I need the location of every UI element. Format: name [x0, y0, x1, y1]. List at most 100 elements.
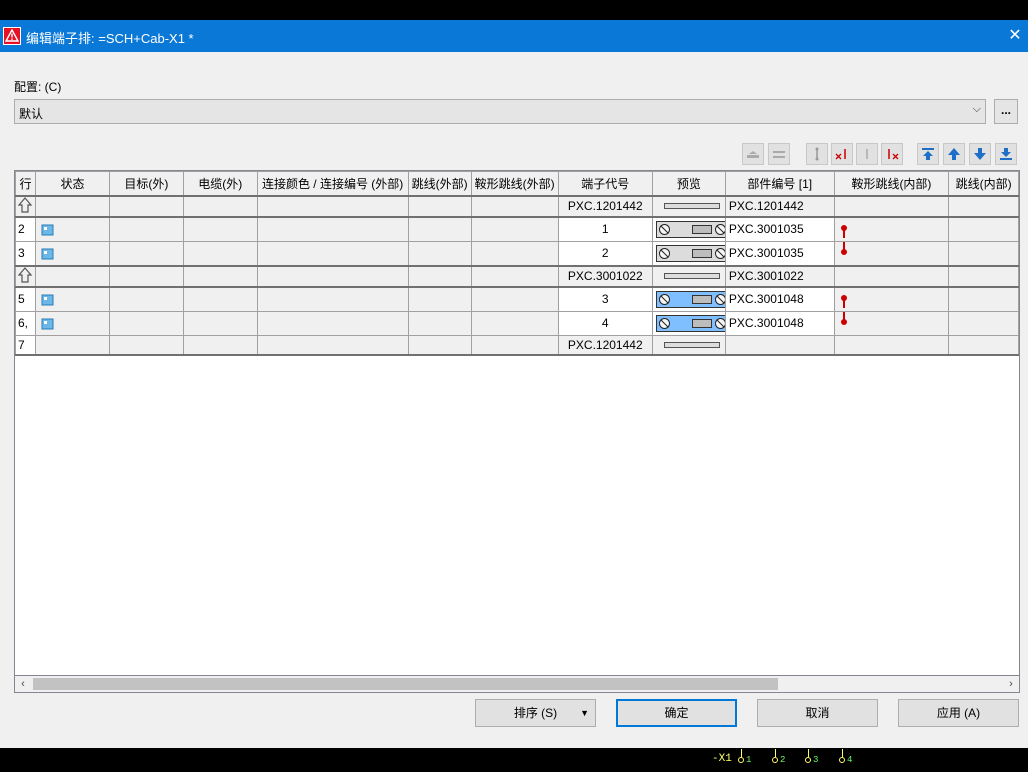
config-dropdown[interactable]: 默认 ⌵ — [14, 99, 986, 124]
table-row[interactable]: 7 PXC.1201442 — [15, 334, 1019, 356]
apply-button[interactable]: 应用 (A) — [898, 699, 1019, 727]
part-number[interactable]: PXC.3001035 — [724, 216, 835, 242]
column-header[interactable]: 鞍形跳线(内部) — [833, 171, 950, 197]
warning-icon — [3, 27, 21, 45]
column-header[interactable]: 连接颜色 / 连接编号 (外部) — [256, 171, 409, 197]
terminal-grid[interactable]: 行 状态 目标(外) 电缆(外) 连接颜色 / 连接编号 (外部) 跳线(外部)… — [14, 170, 1020, 676]
column-header[interactable]: 跳线(外部) — [407, 171, 472, 197]
window-title: 编辑端子排: =SCH+Cab-X1 * — [26, 31, 194, 46]
insert-accessory-below-icon[interactable] — [768, 143, 790, 165]
ok-button[interactable]: 确定 — [616, 699, 737, 727]
column-header[interactable]: 行 — [15, 171, 36, 197]
config-value: 默认 — [19, 107, 44, 121]
jumper-top-icon — [840, 224, 847, 240]
table-row[interactable]: 6, 4 PXC.3001048 — [15, 310, 1019, 336]
horizontal-scrollbar[interactable]: ‹ › — [14, 676, 1020, 693]
scrollbar-thumb[interactable] — [33, 678, 778, 690]
accessory-arrow-icon — [17, 196, 33, 213]
status-cell — [35, 216, 110, 242]
column-header[interactable]: 端子代号 — [557, 171, 653, 197]
accessory-arrow-icon — [17, 266, 33, 283]
preview-cell — [651, 286, 726, 312]
preview-cell — [651, 265, 726, 288]
edit-terminal-strip-dialog: 编辑端子排: =SCH+Cab-X1 * ✕ 配置: (C) 默认 ⌵ ... — [0, 20, 1028, 748]
jumper-top-icon — [840, 294, 847, 310]
terminal-designation[interactable]: 1 — [557, 216, 653, 242]
terminal-designation[interactable]: 2 — [557, 240, 653, 267]
delete-jumper-icon[interactable] — [881, 143, 903, 165]
table-header-row: 行 状态 目标(外) 电缆(外) 连接颜色 / 连接编号 (外部) 跳线(外部)… — [15, 171, 1019, 197]
schematic-preview-strip: -X1 1 2 3 4 — [0, 748, 1028, 772]
terminal-designation[interactable]: 4 — [557, 310, 653, 336]
jumper-bottom-icon — [840, 241, 847, 255]
column-header[interactable]: 状态 — [35, 171, 110, 197]
sort-button[interactable]: 排序 (S) ▼ — [475, 699, 596, 727]
scroll-right-icon[interactable]: › — [1003, 676, 1019, 692]
terminal-designation[interactable]: PXC.3001022 — [557, 265, 653, 288]
move-down-icon[interactable] — [969, 143, 991, 165]
jumper-add-remove-icon[interactable] — [831, 143, 853, 165]
part-number[interactable]: PXC.1201442 — [724, 195, 835, 218]
terminal-number: 1 — [746, 755, 752, 765]
table-row[interactable]: PXC.1201442 PXC.1201442 — [15, 195, 1019, 218]
column-header[interactable]: 鞍形跳线(外部) — [470, 171, 559, 197]
status-cell — [35, 310, 110, 336]
row-number: 7 — [15, 334, 36, 356]
status-cell — [35, 240, 110, 267]
jumper-bottom-icon — [840, 312, 847, 325]
accessory-row-marker — [15, 195, 36, 218]
dropdown-arrow-icon: ▼ — [580, 708, 589, 718]
part-number[interactable] — [724, 334, 835, 356]
part-number[interactable]: PXC.3001035 — [724, 240, 835, 267]
table-row[interactable]: 2 1 PXC.3001035 — [15, 216, 1019, 242]
terminal-designation[interactable]: PXC.1201442 — [557, 334, 653, 356]
move-to-bottom-icon[interactable] — [995, 143, 1017, 165]
column-header[interactable]: 跳线(内部) — [948, 171, 1019, 197]
table-row[interactable]: PXC.3001022 PXC.3001022 — [15, 265, 1019, 288]
title-bar: 编辑端子排: =SCH+Cab-X1 * ✕ — [0, 20, 1028, 52]
terminal-status-icon — [41, 318, 54, 330]
sort-button-label: 排序 (S) — [513, 706, 558, 720]
terminal-table: 行 状态 目标(外) 电缆(外) 连接颜色 / 连接编号 (外部) 跳线(外部)… — [15, 171, 1019, 356]
terminal-status-icon — [41, 294, 54, 306]
part-number[interactable]: PXC.3001048 — [724, 310, 835, 336]
terminal-designation[interactable]: 3 — [557, 286, 653, 312]
jumper-disabled-icon[interactable] — [856, 143, 878, 165]
row-number: 3 — [15, 240, 36, 267]
config-more-button[interactable]: ... — [994, 99, 1018, 124]
terminal-number: 4 — [847, 755, 853, 765]
column-header[interactable]: 部件编号 [1] — [724, 171, 835, 197]
preview-cell — [651, 240, 726, 267]
terminal-symbol-icon — [805, 757, 811, 763]
scroll-left-icon[interactable]: ‹ — [15, 676, 31, 692]
jumper-icon[interactable] — [806, 143, 828, 165]
part-number[interactable]: PXC.3001022 — [724, 265, 835, 288]
status-cell — [35, 286, 110, 312]
column-header[interactable]: 电缆(外) — [182, 171, 258, 197]
part-number[interactable]: PXC.3001048 — [724, 286, 835, 312]
preview-cell — [651, 216, 726, 242]
column-header[interactable]: 预览 — [651, 171, 726, 197]
terminal-status-icon — [41, 224, 54, 236]
preview-cell — [651, 310, 726, 336]
table-row[interactable]: 5 3 PXC.3001048 — [15, 286, 1019, 312]
terminal-designation[interactable]: PXC.1201442 — [557, 195, 653, 218]
terminal-symbol-icon — [738, 757, 744, 763]
accessory-row-marker — [15, 265, 36, 288]
terminal-symbol-icon — [772, 757, 778, 763]
move-to-top-icon[interactable] — [917, 143, 939, 165]
column-header[interactable]: 目标(外) — [108, 171, 184, 197]
strip-label: -X1 — [712, 753, 732, 765]
preview-cell — [651, 195, 726, 218]
saddle-jumper-cell — [833, 286, 950, 312]
move-up-icon[interactable] — [943, 143, 965, 165]
terminal-number: 3 — [813, 755, 819, 765]
cancel-button[interactable]: 取消 — [757, 699, 878, 727]
terminal-number: 2 — [780, 755, 786, 765]
table-row[interactable]: 3 2 PXC.3001035 — [15, 240, 1019, 267]
close-button[interactable]: ✕ — [1004, 24, 1026, 48]
chevron-down-icon: ⌵ — [972, 103, 981, 115]
insert-accessory-above-icon[interactable] — [742, 143, 764, 165]
saddle-jumper-cell — [833, 310, 950, 336]
top-black-strip — [0, 0, 1028, 20]
